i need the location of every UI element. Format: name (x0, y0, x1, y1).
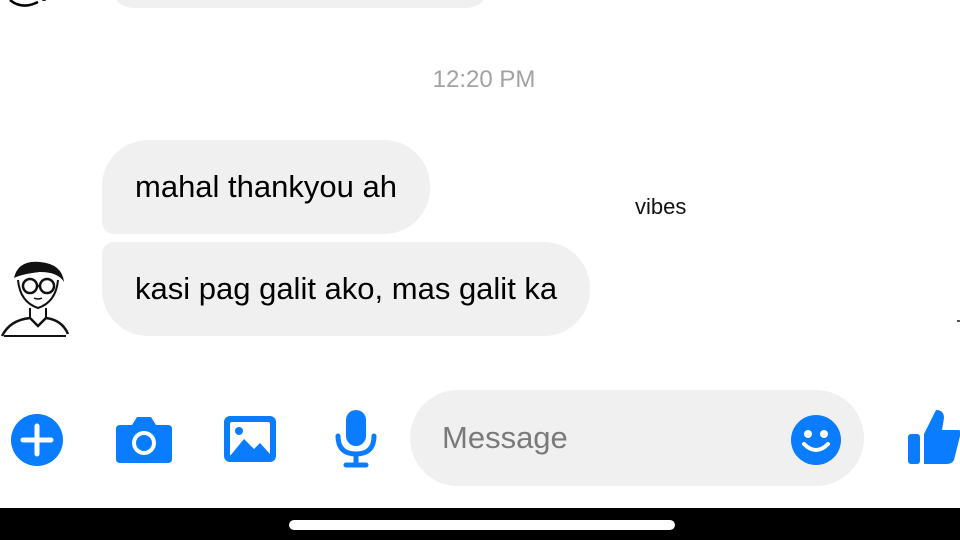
emoji-button[interactable] (790, 414, 842, 466)
previous-message-bubble[interactable] (110, 0, 490, 8)
previous-avatar[interactable] (2, 0, 58, 10)
message-placeholder: Message (442, 420, 568, 455)
system-navigation-bar (0, 508, 960, 540)
gallery-button[interactable] (222, 413, 278, 465)
avatar[interactable] (0, 258, 70, 338)
message-bubble[interactable]: mahal thankyou ah (102, 140, 430, 234)
camera-icon (116, 417, 172, 463)
smiley-icon (791, 415, 841, 465)
microphone-icon (335, 410, 377, 468)
message-bubble[interactable]: kasi pag galit ako, mas galit ka (102, 242, 591, 336)
plus-icon (11, 414, 63, 466)
camera-button[interactable] (114, 413, 174, 465)
home-indicator[interactable] (289, 520, 675, 530)
like-button[interactable] (906, 406, 960, 466)
image-icon (224, 416, 276, 462)
thumbs-up-icon (908, 410, 960, 464)
message-text: mahal thankyou ah (135, 169, 397, 204)
more-actions-button[interactable] (10, 413, 64, 467)
message-input[interactable]: Message (410, 390, 864, 486)
voice-message-button[interactable] (333, 408, 379, 468)
message-timestamp: 12:20 PM (432, 66, 536, 93)
message-text: kasi pag galit ako, mas galit ka (135, 271, 558, 306)
overlay-caption: vibes (635, 194, 687, 219)
